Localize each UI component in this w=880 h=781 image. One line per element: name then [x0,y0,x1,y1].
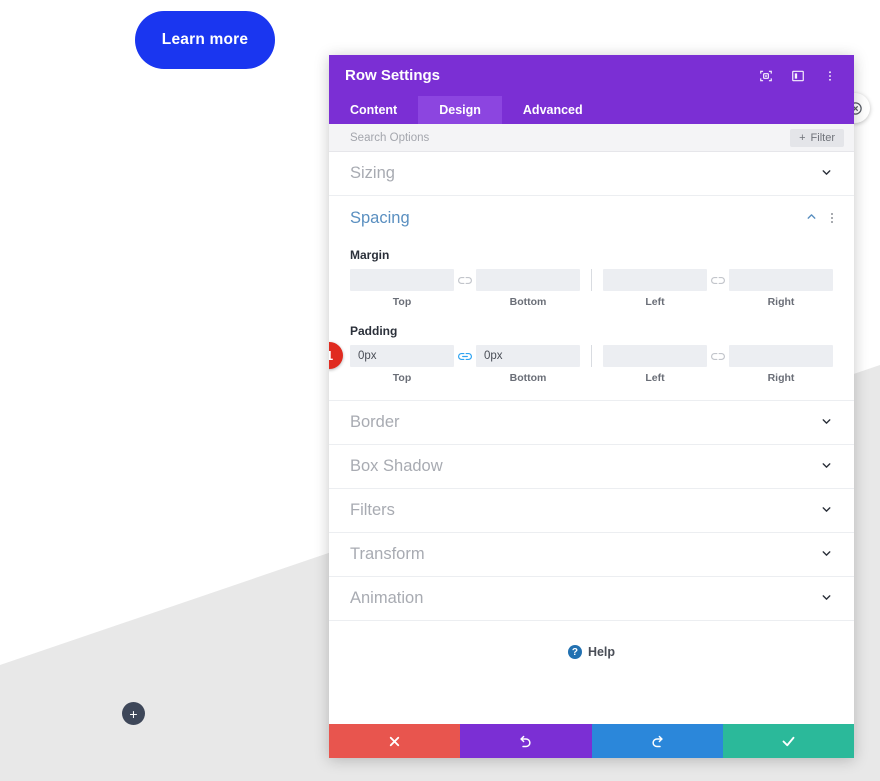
section-spacing-label: Spacing [350,208,410,227]
section-animation-label: Animation [350,589,424,607]
section-box-shadow-label: Box Shadow [350,457,443,475]
padding-top-label: Top [392,372,412,384]
margin-right-cell: Right [729,269,833,308]
chevron-up-icon[interactable] [805,210,818,226]
page-root: Learn more + Row Settings Content Design… [0,0,880,781]
discard-changes-button[interactable] [329,724,461,758]
padding-divider [591,345,592,367]
padding-left-input[interactable] [603,345,707,367]
question-mark-icon: ? [567,645,582,659]
chevron-down-icon [820,459,833,475]
section-border[interactable]: Border [329,401,854,445]
undo-button[interactable] [460,724,592,758]
padding-left-label: Left [645,372,665,384]
focus-target-icon[interactable] [758,68,774,84]
margin-right-label: Right [767,296,795,308]
section-filters-label: Filters [350,501,395,519]
redo-button[interactable] [591,724,723,758]
plus-icon: + [799,131,806,144]
tab-design[interactable]: Design [418,96,502,124]
padding-bottom-label: Bottom [509,372,547,384]
filter-button-label: Filter [810,131,835,144]
padding-left-right-group: Left Right [603,345,833,384]
modal-title: Row Settings [345,67,441,84]
margin-bottom-input[interactable] [476,269,580,291]
padding-top-input[interactable] [350,345,454,367]
modal-tab-bar: Content Design Advanced [329,96,854,124]
padding-bottom-cell: Bottom [476,345,580,384]
section-spacing-header[interactable]: Spacing [329,196,854,240]
chevron-down-icon [820,547,833,563]
padding-top-bottom-group: Top Bottom [350,345,580,384]
help-area: ? Help [329,621,854,659]
close-icon [389,736,400,746]
margin-left-cell: Left [603,269,707,308]
padding-right-input[interactable] [729,345,833,367]
margin-divider [591,269,592,291]
section-animation[interactable]: Animation [329,577,854,621]
margin-top-input[interactable] [350,269,454,291]
padding-right-cell: Right [729,345,833,384]
margin-right-input[interactable] [729,269,833,291]
chevron-down-icon [820,591,833,607]
learn-more-button[interactable]: Learn more [135,11,275,69]
margin-left-right-group: Left Right [603,269,833,308]
help-label: Help [587,645,616,659]
padding-label: Padding [350,324,398,338]
section-spacing-more-icon[interactable] [831,213,833,223]
redo-icon [652,735,663,747]
filter-button[interactable]: + Filter [790,128,844,147]
section-border-label: Border [350,413,400,431]
search-input[interactable] [350,131,791,144]
margin-label: Margin [350,248,390,262]
margin-top-label: Top [392,296,412,308]
add-row-button[interactable]: + [122,702,145,725]
panel-layout-icon[interactable] [790,68,806,84]
section-box-shadow[interactable]: Box Shadow [329,445,854,489]
link-top-bottom-icon[interactable] [454,269,476,291]
margin-top-cell: Top [350,269,454,308]
padding-top-cell: Top [350,345,454,384]
link-top-bottom-icon[interactable] [454,345,476,367]
section-sizing[interactable]: Sizing [329,152,854,196]
section-sizing-label: Sizing [350,164,395,182]
section-transform[interactable]: Transform [329,533,854,577]
more-vertical-icon[interactable] [822,68,838,84]
undo-icon [520,735,531,747]
margin-left-input[interactable] [603,269,707,291]
spacing-controls: Margin Top Bottom Left Right Padding 1 0… [329,240,854,400]
search-options-bar: + Filter [329,124,854,152]
padding-right-label: Right [767,372,795,384]
chevron-down-icon [820,166,833,182]
padding-bottom-input[interactable] [476,345,580,367]
tab-advanced[interactable]: Advanced [502,96,604,124]
chevron-down-icon [820,503,833,519]
link-left-right-icon[interactable] [707,269,729,291]
plus-icon: + [129,705,138,722]
margin-bottom-label: Bottom [509,296,547,308]
modal-footer [329,724,854,758]
margin-bottom-cell: Bottom [476,269,580,308]
section-transform-label: Transform [350,545,425,563]
margin-row: Top Bottom Left Right [350,269,833,308]
section-filters[interactable]: Filters [329,489,854,533]
modal-header-actions [758,68,838,84]
row-settings-modal: Row Settings Content Design Advanced Sea… [329,55,854,758]
save-changes-button[interactable] [722,724,854,758]
link-left-right-icon[interactable] [707,345,729,367]
padding-left-cell: Left [603,345,707,384]
margin-left-label: Left [645,296,665,308]
modal-header: Row Settings [329,55,854,96]
chevron-down-icon [820,415,833,431]
modal-body: Sizing Spacing Margin Top Bottom Left Ri… [329,152,854,724]
margin-top-bottom-group: Top Bottom [350,269,580,308]
padding-row: 1 Top [329,342,833,384]
step-badge-1: 1 [329,342,343,369]
section-spacing: Spacing Margin Top Bottom Left Right Pad… [329,196,854,401]
help-link[interactable]: ? Help [567,645,616,659]
check-icon [782,736,795,746]
tab-content[interactable]: Content [329,96,418,124]
